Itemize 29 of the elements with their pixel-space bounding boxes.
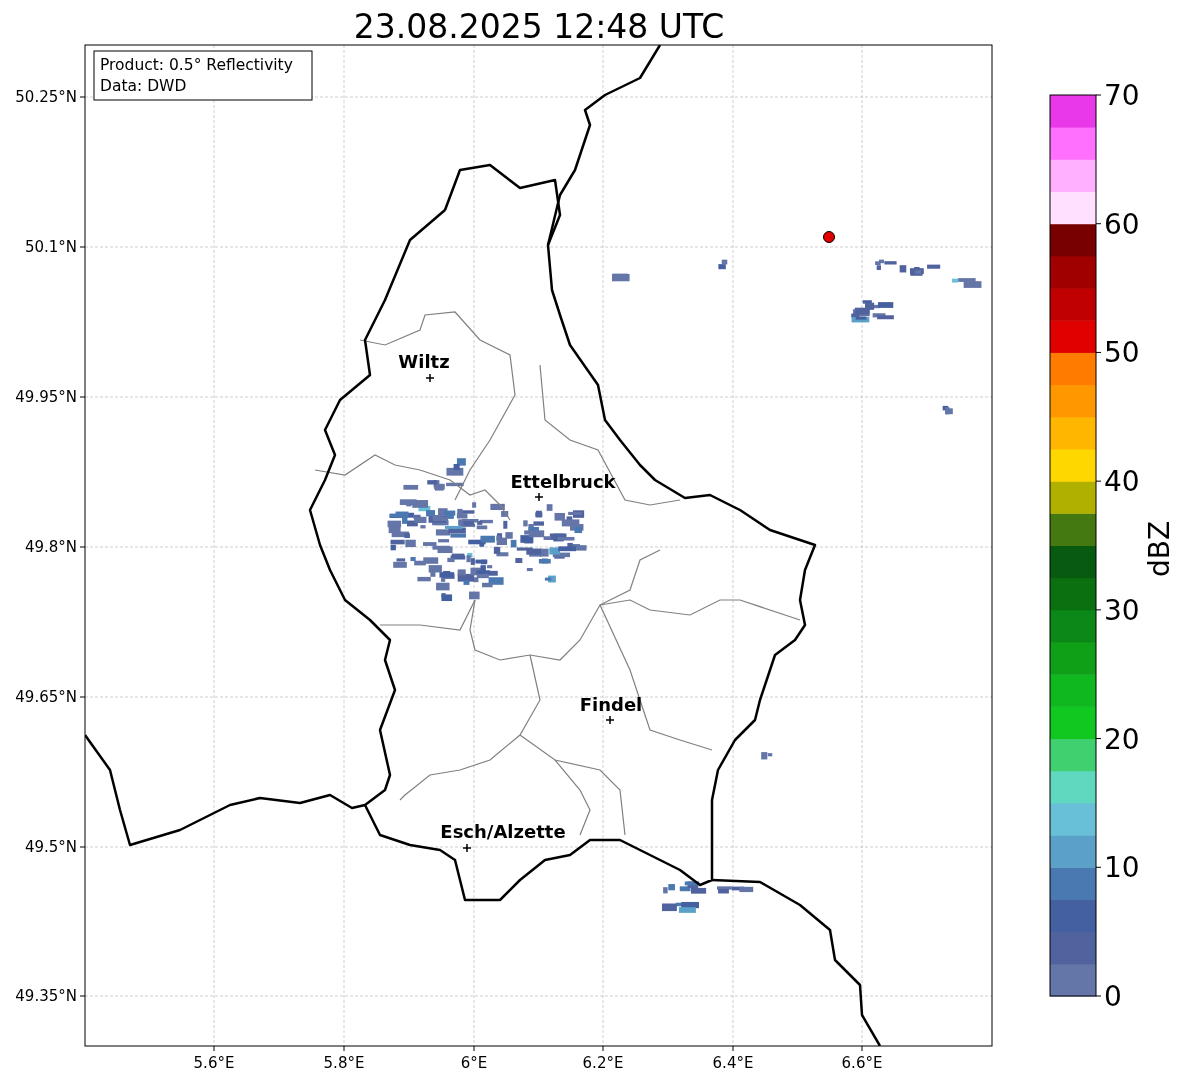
colorbar-tick-label: 50 xyxy=(1104,336,1140,370)
y-tick-label: 49.95°N xyxy=(15,388,77,406)
colorbar-tick-label: 60 xyxy=(1104,207,1140,241)
x-tick-label: 6.4°E xyxy=(712,1054,754,1072)
colorbar-label: dBZ xyxy=(1143,520,1176,578)
y-tick-label: 49.35°N xyxy=(15,987,77,1005)
y-tick-label: 50.25°N xyxy=(15,88,77,106)
x-tick-label: 6.6°E xyxy=(841,1054,883,1072)
colorbar-tick-label: 40 xyxy=(1104,465,1140,499)
colorbar-tick-label: 0 xyxy=(1104,980,1122,1013)
x-tick-label: 6°E xyxy=(460,1054,488,1072)
colorbar-tick-label: 10 xyxy=(1104,851,1140,885)
colorbar-tick-label: 30 xyxy=(1104,593,1140,627)
city-label: Esch/Alzette xyxy=(440,821,566,842)
y-tick-label: 49.8°N xyxy=(24,538,77,556)
chart-title: 23.08.2025 12:48 UTC xyxy=(353,7,725,46)
city-label: Wiltz xyxy=(398,351,450,372)
city-label: Findel xyxy=(579,694,643,715)
info-text: Data: DWD xyxy=(100,77,187,95)
x-tick-label: 5.6°E xyxy=(193,1054,235,1072)
x-tick-label: 6.2°E xyxy=(582,1054,624,1072)
y-tick-label: 49.65°N xyxy=(15,688,77,706)
colorbar-tick-label: 20 xyxy=(1104,722,1140,756)
city-label: Ettelbruck xyxy=(510,471,616,492)
y-tick-label: 50.1°N xyxy=(24,238,77,256)
x-tick-label: 5.8°E xyxy=(323,1054,365,1072)
y-tick-label: 49.5°N xyxy=(24,838,77,856)
colorbar-tick-label: 70 xyxy=(1104,79,1140,112)
info-text: Product: 0.5° Reflectivity xyxy=(100,56,293,74)
